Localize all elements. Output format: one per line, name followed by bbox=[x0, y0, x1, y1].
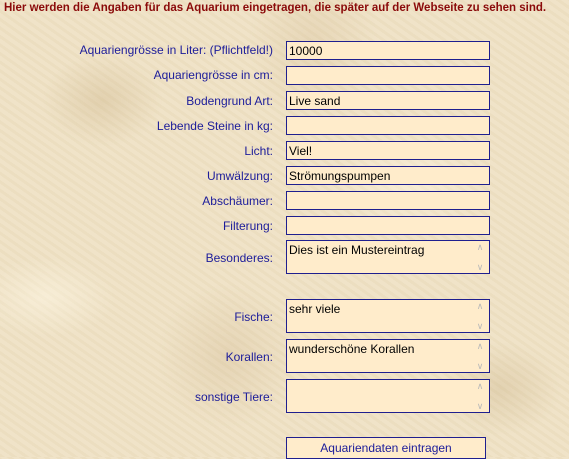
special-notes-scrollbar[interactable]: ∧ ∨ bbox=[472, 242, 488, 272]
corals-text: wunderschöne Korallen bbox=[289, 342, 415, 356]
page-heading: Hier werden die Angaben für das Aquarium… bbox=[4, 2, 547, 14]
corals-label: Korallen: bbox=[225, 350, 273, 364]
corals-scrollbar[interactable]: ∧ ∨ bbox=[472, 341, 488, 371]
skimmer-input[interactable] bbox=[286, 191, 490, 210]
aquarium-size-cm-input[interactable] bbox=[286, 66, 490, 85]
lighting-label: Licht: bbox=[244, 144, 273, 158]
aquarium-size-liter-label: Aquariengrösse in Liter: (Pflichtfeld!) bbox=[79, 43, 273, 57]
special-notes-label: Besonderes: bbox=[205, 251, 273, 265]
fish-scrollbar[interactable]: ∧ ∨ bbox=[472, 301, 488, 331]
corals-textarea[interactable]: wunderschöne Korallen ∧ ∨ bbox=[286, 339, 490, 373]
special-notes-text: Dies ist ein Mustereintrag bbox=[289, 243, 425, 257]
scroll-up-icon[interactable]: ∧ bbox=[477, 301, 484, 311]
aquarium-size-liter-input[interactable] bbox=[286, 41, 490, 60]
scroll-down-icon[interactable]: ∨ bbox=[477, 401, 484, 411]
live-rock-kg-input[interactable] bbox=[286, 116, 490, 135]
other-animals-label: sonstige Tiere: bbox=[194, 390, 273, 404]
filtration-label: Filterung: bbox=[222, 219, 273, 233]
scroll-up-icon[interactable]: ∧ bbox=[477, 381, 484, 391]
filtration-input[interactable] bbox=[286, 216, 490, 235]
circulation-input[interactable] bbox=[286, 166, 490, 185]
substrate-type-label: Bodengrund Art: bbox=[186, 94, 273, 108]
fish-text: sehr viele bbox=[289, 302, 341, 316]
scroll-up-icon[interactable]: ∧ bbox=[477, 341, 484, 351]
scroll-up-icon[interactable]: ∧ bbox=[477, 242, 484, 252]
fish-textarea[interactable]: sehr viele ∧ ∨ bbox=[286, 299, 490, 333]
substrate-type-input[interactable] bbox=[286, 91, 490, 110]
aquarium-size-cm-label: Aquariengrösse in cm: bbox=[153, 68, 273, 82]
special-notes-textarea[interactable]: Dies ist ein Mustereintrag ∧ ∨ bbox=[286, 240, 490, 274]
live-rock-kg-label: Lebende Steine in kg: bbox=[156, 119, 273, 133]
scroll-down-icon[interactable]: ∨ bbox=[477, 262, 484, 272]
other-animals-textarea[interactable]: ∧ ∨ bbox=[286, 379, 490, 413]
circulation-label: Umwälzung: bbox=[206, 169, 273, 183]
submit-aquarium-data-button[interactable]: Aquariendaten eintragen bbox=[286, 437, 486, 459]
other-animals-scrollbar[interactable]: ∧ ∨ bbox=[472, 381, 488, 411]
lighting-input[interactable] bbox=[286, 141, 490, 160]
scroll-down-icon[interactable]: ∨ bbox=[477, 321, 484, 331]
scroll-down-icon[interactable]: ∨ bbox=[477, 361, 484, 371]
fish-label: Fische: bbox=[234, 310, 273, 324]
skimmer-label: Abschäumer: bbox=[202, 194, 273, 208]
